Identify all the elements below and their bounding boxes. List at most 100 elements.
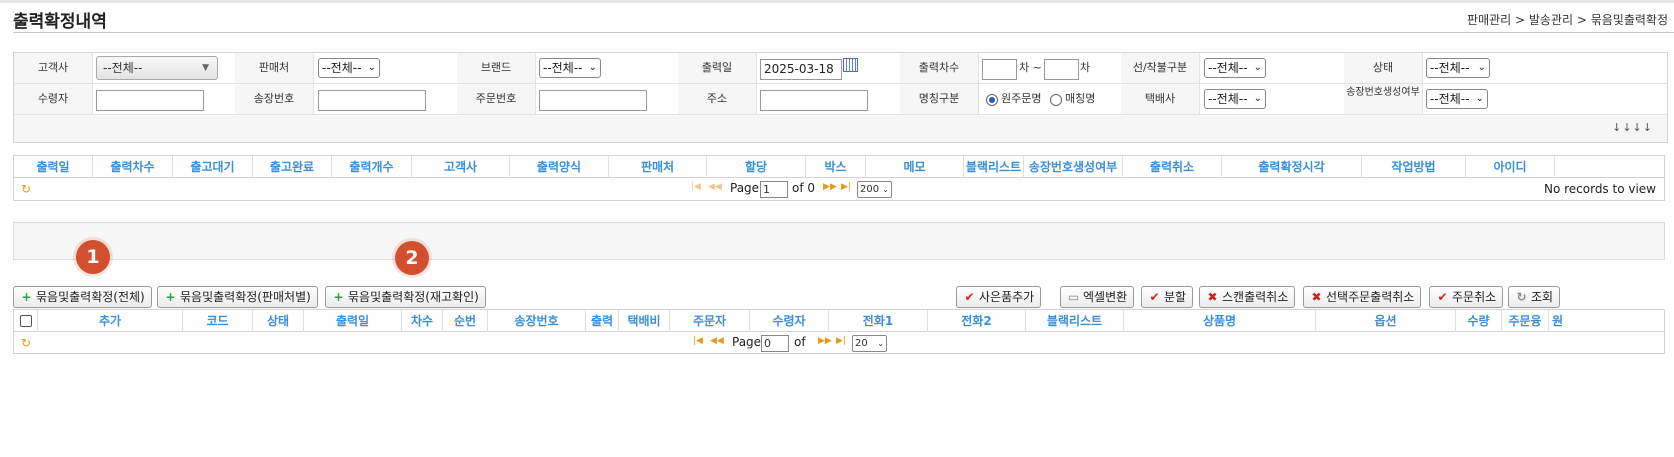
last-page-icon[interactable]: ▶| [841,182,851,192]
scan-cancel-button-label: 스캔출력취소 [1222,290,1289,304]
courier-select[interactable]: --전체-- ⌄ [1204,89,1266,109]
add-gift-button[interactable]: ✔ 사은품추가 [956,286,1042,308]
column-header[interactable]: 메모 [866,156,964,178]
seller-select[interactable]: --전체-- ⌄ [318,58,380,78]
prev-page-icon[interactable]: ◀◀ [708,182,722,192]
column-header[interactable]: 전화2 [928,310,1026,332]
address-input[interactable] [760,90,868,111]
column-header[interactable]: 출력차수 [93,156,173,178]
invoice-input[interactable] [318,90,426,111]
column-header[interactable]: 블랙리스트 [1026,310,1124,332]
expand-arrows-icon[interactable]: ↓↓↓↓ [1612,121,1653,134]
bundle-stock-button[interactable]: + 묶음및출력확정(재고확인) [325,286,486,308]
order-cancel-button-label: 주문취소 [1452,290,1497,304]
print-date-input[interactable]: 2025-03-18 [760,59,842,80]
brand-select[interactable]: --전체-- ⌄ [539,58,601,78]
column-header[interactable]: 주문융 [1502,310,1549,332]
grid-header: 추가 코드 상태 출력일 차수 순번 송장번호 출력 택배비 주문자 수령자 전… [14,310,1664,332]
column-header[interactable]: 출력개수 [332,156,412,178]
column-header[interactable]: 상품명 [1124,310,1316,332]
column-header[interactable]: 판매처 [609,156,707,178]
page-input[interactable]: 1 [760,181,788,198]
next-page-icon[interactable]: ▶▶ [823,182,837,192]
next-page-icon[interactable]: ▶▶ [818,336,832,346]
column-header[interactable]: 코드 [183,310,253,332]
top-border [0,0,1674,3]
column-header[interactable]: 순번 [443,310,488,332]
invoice-gen-select[interactable]: --전체-- ⌄ [1426,89,1488,109]
column-header[interactable]: 출력양식 [510,156,609,178]
customer-select[interactable]: --전체-- ▼ [96,56,218,80]
print-seq-from-input[interactable] [982,59,1017,80]
radio-original-name-label: 원주문명 [1001,92,1042,105]
column-header[interactable]: 송장번호생성여부 [1024,156,1123,178]
status-select-value: --전체-- [1430,61,1470,75]
order-no-input[interactable] [539,90,647,111]
last-page-icon[interactable]: ▶| [836,336,846,346]
bundle-all-button-label: 묶음및출력확정(전체) [36,290,145,304]
radio-matching-name[interactable] [1050,94,1062,106]
plus-icon: + [333,290,344,304]
bundle-stock-button-label: 묶음및출력확정(재고확인) [348,290,479,304]
first-page-icon[interactable]: |◀ [691,182,701,192]
column-header[interactable]: 원 [1549,310,1566,332]
column-header[interactable]: 차수 [402,310,443,332]
split-button[interactable]: ✔ 분할 [1141,286,1194,308]
scan-cancel-button[interactable]: ✖ 스캔출력취소 [1199,286,1296,308]
column-header[interactable]: 출고완료 [253,156,332,178]
breadcrumb: 판매관리 > 발송관리 > 묶음및출력확정 [1467,13,1668,27]
column-header[interactable]: 고객사 [412,156,510,178]
grid-header: 출력일 출력차수 출고대기 출고완료 출력개수 고객사 출력양식 판매처 할당 … [14,156,1664,178]
calendar-icon[interactable] [843,58,858,72]
select-cancel-button[interactable]: ✖ 선택주문출력취소 [1303,286,1422,308]
rows-per-page-select[interactable]: 200 ⌄ [857,181,892,198]
add-gift-button-label: 사은품추가 [979,290,1035,304]
status-select[interactable]: --전체-- ⌄ [1426,58,1490,78]
column-header[interactable]: 전화1 [829,310,928,332]
column-header[interactable]: 옵션 [1316,310,1456,332]
column-header[interactable]: 수량 [1456,310,1502,332]
column-header[interactable]: 출력일 [14,156,93,178]
column-header[interactable]: 블랙리스트 [964,156,1024,178]
refresh-icon[interactable]: ↻ [21,182,31,196]
column-header[interactable]: 출력취소 [1123,156,1222,178]
order-cancel-button[interactable]: ✔ 주문취소 [1429,286,1504,308]
plus-icon: + [165,290,176,304]
column-header[interactable]: 추가 [38,310,183,332]
dropdown-arrow-icon: ▼ [202,63,209,73]
column-header[interactable]: 작업방법 [1362,156,1466,178]
excel-button[interactable]: ▭ 엑셀변환 [1060,286,1135,308]
bundle-seller-button[interactable]: + 묶음및출력확정(판매처별) [157,286,318,308]
column-header[interactable]: 송장번호 [488,310,586,332]
prev-page-icon[interactable]: ◀◀ [710,336,724,346]
column-header[interactable]: 출력일 [304,310,402,332]
page-input[interactable]: 0 [761,335,789,352]
search-button[interactable]: ↻ 조회 [1508,286,1561,308]
column-header[interactable]: 상태 [253,310,304,332]
prepay-select-value: --전체-- [1208,61,1248,75]
first-page-icon[interactable]: |◀ [693,336,703,346]
select-all-cell [14,310,38,332]
split-button-label: 분할 [1164,290,1187,304]
rows-per-page-select[interactable]: 20 ⌄ [852,335,887,352]
column-header[interactable]: 주문자 [670,310,750,332]
column-header[interactable]: 택배비 [619,310,670,332]
column-header[interactable]: 박스 [806,156,866,178]
receiver-input[interactable] [96,90,204,111]
refresh-icon[interactable]: ↻ [21,336,31,350]
column-header[interactable]: 출력확정시각 [1222,156,1362,178]
chevron-down-icon: ⌄ [882,185,889,194]
column-header[interactable]: 할당 [707,156,806,178]
print-history-grid: 출력일 출력차수 출고대기 출고완료 출력개수 고객사 출력양식 판매처 할당 … [13,155,1665,201]
column-header[interactable]: 출고대기 [173,156,253,178]
select-all-checkbox[interactable] [20,315,32,327]
column-header[interactable]: 아이디 [1466,156,1555,178]
prepay-select[interactable]: --전체-- ⌄ [1204,58,1266,78]
print-seq-label: 출력차수 [900,53,979,83]
chevron-down-icon: ⌄ [877,339,884,348]
bundle-all-button[interactable]: + 묶음및출력확정(전체) [13,286,152,308]
column-header[interactable]: 출력 [586,310,619,332]
print-seq-to-input[interactable] [1044,59,1079,80]
radio-original-name[interactable] [986,94,998,106]
column-header[interactable]: 수령자 [750,310,829,332]
